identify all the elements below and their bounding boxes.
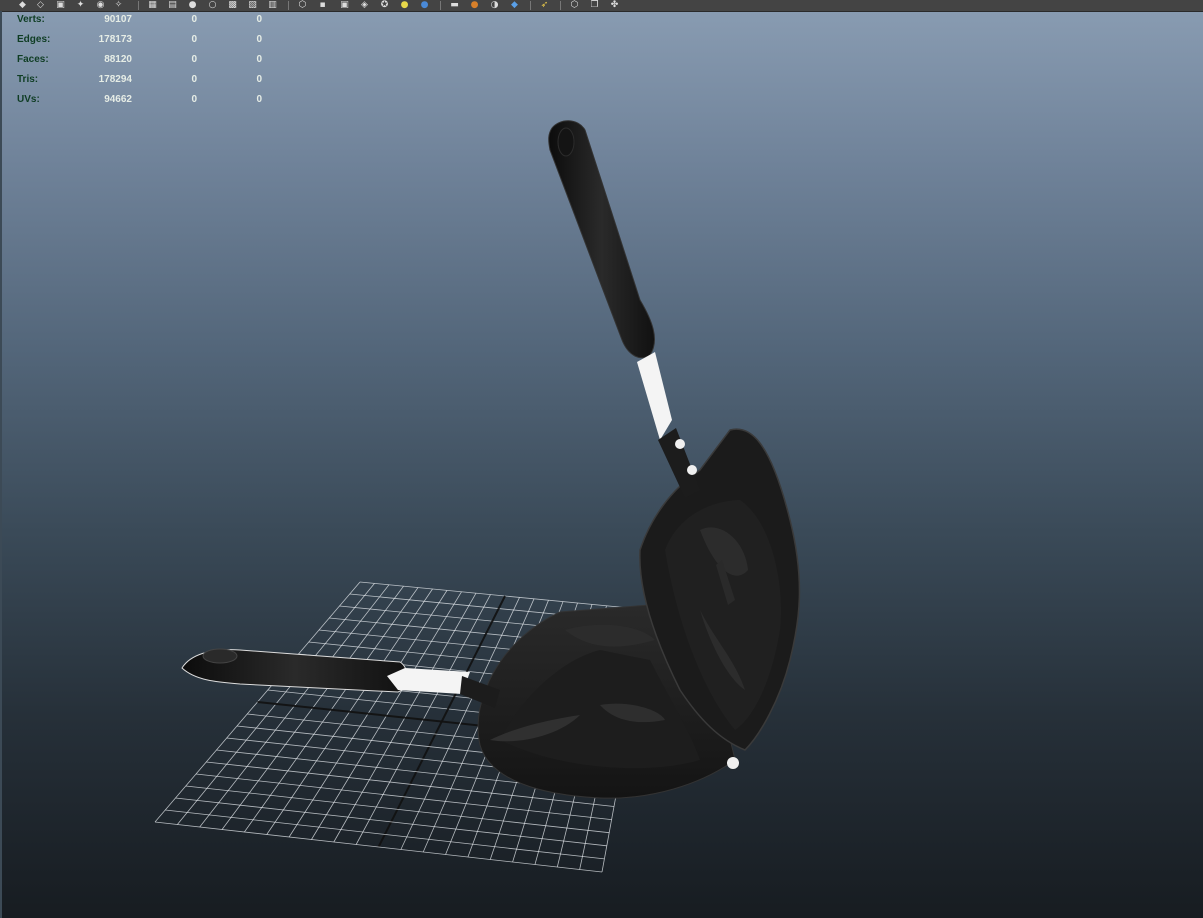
3d-viewport[interactable] xyxy=(0,0,1203,918)
poly-count-hud: Verts: 90107 0 0 Edges: 178173 0 0 Faces… xyxy=(17,14,277,114)
hud-value-total: 178173 xyxy=(98,34,132,45)
hud-value-total: 178294 xyxy=(98,74,132,85)
grid-line xyxy=(175,797,607,847)
hud-value-selected: 0 xyxy=(191,94,197,105)
hud-label: UVs: xyxy=(17,94,40,105)
hud-row-verts: Verts: 90107 0 0 xyxy=(17,14,277,34)
hud-value-selected: 0 xyxy=(191,54,197,65)
hud-row-tris: Tris: 178294 0 0 xyxy=(17,74,277,94)
hud-value-total: 88120 xyxy=(104,54,132,65)
hud-value-total: 90107 xyxy=(104,14,132,25)
pan-model[interactable] xyxy=(181,120,801,799)
hud-row-edges: Edges: 178173 0 0 xyxy=(17,34,277,54)
hud-value-selected: 0 xyxy=(191,74,197,85)
grid-line xyxy=(165,809,605,860)
hud-label: Verts: xyxy=(17,14,45,25)
hud-value-component: 0 xyxy=(256,74,262,85)
hud-value-selected: 0 xyxy=(191,14,197,25)
hud-label: Edges: xyxy=(17,34,51,45)
hud-value-selected: 0 xyxy=(191,34,197,45)
grid-line xyxy=(154,821,603,873)
hud-value-total: 94662 xyxy=(104,94,132,105)
hud-label: Tris: xyxy=(17,74,39,85)
hud-value-component: 0 xyxy=(256,54,262,65)
hud-value-component: 0 xyxy=(256,34,262,45)
hud-label: Faces: xyxy=(17,54,49,65)
hud-value-component: 0 xyxy=(256,94,262,105)
hud-row-faces: Faces: 88120 0 0 xyxy=(17,54,277,74)
hud-row-uvs: UVs: 94662 0 0 xyxy=(17,94,277,114)
hud-value-component: 0 xyxy=(256,14,262,25)
